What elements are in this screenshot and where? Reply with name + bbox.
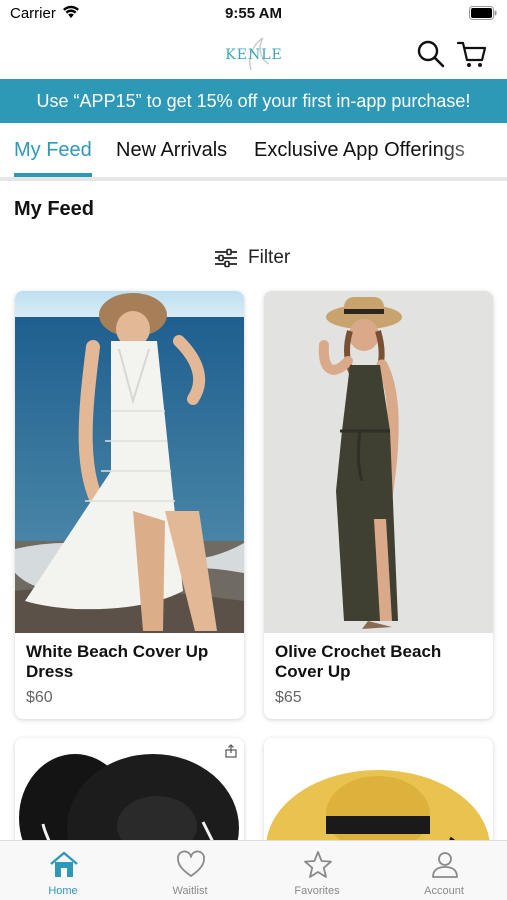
product-price: $60 [26, 689, 53, 706]
sliders-icon [215, 248, 237, 268]
tab-exclusive-app-offerings[interactable]: Exclusive App Offerings [254, 139, 465, 162]
tab-bar-label: Home [48, 885, 78, 897]
tab-new-arrivals[interactable]: New Arrivals [116, 139, 227, 162]
tab-scroll-fade [437, 123, 507, 177]
search-icon[interactable] [415, 38, 447, 70]
tab-bar-label: Waitlist [172, 885, 208, 897]
product-card[interactable]: Olive Crochet Beach Cover Up $65 [264, 291, 493, 719]
product-card[interactable]: White Beach Cover Up Dress $60 [15, 291, 244, 719]
brand-logo[interactable]: KENLE [223, 34, 285, 74]
tab-bar-account[interactable]: Account [381, 841, 507, 900]
home-icon [50, 851, 78, 877]
heart-icon [177, 850, 205, 877]
product-image [264, 291, 493, 633]
product-price: $65 [275, 689, 302, 706]
tab-bar-label: Account [424, 885, 464, 897]
battery-icon [469, 6, 497, 20]
share-icon[interactable] [224, 744, 238, 758]
active-tab-indicator [14, 173, 92, 177]
app-header: KENLE [0, 30, 507, 78]
page-title: My Feed [14, 198, 95, 220]
user-icon [432, 852, 458, 878]
promo-banner[interactable]: Use “APP15” to get 15% off your first in… [0, 79, 507, 123]
tab-bar-waitlist[interactable]: Waitlist [127, 841, 253, 900]
status-time: 9:55 AM [225, 5, 282, 22]
star-icon [304, 851, 332, 878]
product-name: Olive Crochet Beach Cover Up [275, 642, 442, 681]
filter-button[interactable]: Filter [214, 244, 290, 272]
tab-my-feed[interactable]: My Feed [14, 139, 92, 162]
product-image [15, 291, 244, 633]
promo-text: Use “APP15” to get 15% off your first in… [36, 90, 471, 111]
logo-text: KENLE [225, 47, 283, 63]
feed-tabs: My Feed New Arrivals Exclusive App Offer… [0, 123, 507, 181]
tab-bar-favorites[interactable]: Favorites [254, 841, 380, 900]
status-bar: Carrier 9:55 AM [0, 0, 507, 30]
tab-bar-label: Favorites [294, 885, 340, 897]
tab-bar-home[interactable]: Home [0, 841, 126, 900]
bottom-tab-bar: Home Waitlist Favorites Account [0, 840, 507, 900]
cart-icon[interactable] [456, 38, 488, 70]
filter-label: Filter [248, 247, 291, 268]
product-name: White Beach Cover Up Dress [26, 642, 209, 681]
